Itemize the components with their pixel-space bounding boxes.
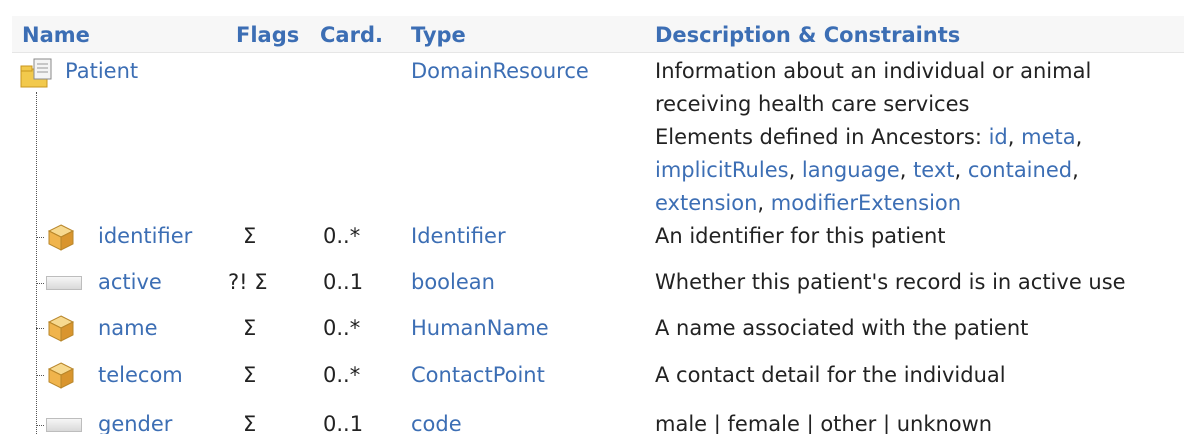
ancestor-separator: , [1072,158,1079,182]
ancestor-link-text[interactable]: text [913,158,954,182]
ancestors-line2: implicitRules, language, text, contained… [655,156,1079,184]
ancestor-link-extension[interactable]: extension [655,191,757,215]
ancestor-separator: , [788,158,802,182]
ancestors-prefix: Elements defined in Ancestors: [655,125,989,149]
row-cardinality: 0..* [323,224,361,248]
row-type-link[interactable]: code [411,410,462,434]
tree-branch [36,328,44,329]
structure-table: Name Flags Card. Type Description & Cons… [0,0,1184,434]
row-flags: Σ [243,316,257,340]
row-description: A name associated with the patient [655,316,1029,340]
header-card: Card. [320,23,383,47]
cube-icon [47,362,75,389]
tree-branch [36,283,44,284]
row-cardinality: 0..1 [323,270,364,294]
ancestor-separator: , [899,158,914,182]
ancestor-link-language[interactable]: language [802,158,900,182]
row-description: A contact detail for the individual [655,363,1006,387]
row-flags: ?! Σ [228,270,268,294]
row-name-link[interactable]: telecom [98,361,183,389]
ancestor-link-contained[interactable]: contained [968,158,1072,182]
primitive-icon [46,418,82,432]
ancestor-separator: , [954,158,968,182]
header-name: Name [22,23,90,47]
row-type-link[interactable]: Identifier [411,222,506,250]
root-description-line2: receiving health care services [655,92,970,116]
ancestors-line3: extension, modifierExtension [655,189,961,217]
row-description: Whether this patient's record is in acti… [655,270,1126,294]
row-description: An identifier for this patient [655,224,946,248]
ancestor-separator: , [1075,125,1083,149]
cube-icon [47,315,75,342]
tree-branch [36,375,44,376]
header-flags: Flags [236,23,300,47]
row-description: male | female | other | unknown [655,412,993,434]
row-flags: Σ [243,412,257,434]
row-type-link[interactable]: boolean [411,268,495,296]
ancestor-separator: , [757,191,771,215]
row-type-link[interactable]: HumanName [411,314,549,342]
header-type: Type [411,23,466,47]
ancestor-link-implicitrules[interactable]: implicitRules [655,158,789,182]
folder-icon [20,58,52,88]
row-cardinality: 0..1 [323,412,364,434]
row-flags: Σ [243,224,257,248]
primitive-icon [46,276,82,290]
tree-branch [36,425,44,426]
ancestor-link-modifierextension[interactable]: modifierExtension [771,191,961,215]
row-name-link[interactable]: active [98,268,162,296]
header-description: Description & Constraints [655,23,961,47]
tree-branch [36,237,44,238]
row-name-link[interactable]: name [98,314,158,342]
table-header-bar [12,16,1184,53]
row-cardinality: 0..* [323,363,361,387]
row-type-link[interactable]: ContactPoint [411,361,545,389]
root-type-link[interactable]: DomainResource [411,57,589,85]
tree-guide-line [36,92,37,434]
cube-icon [47,224,75,251]
row-name-link[interactable]: identifier [98,222,192,250]
ancestor-link-meta[interactable]: meta [1021,125,1075,149]
ancestor-separator: , [1007,125,1022,149]
ancestor-link-id[interactable]: id [989,125,1008,149]
ancestors-line1: Elements defined in Ancestors: id, meta, [655,123,1082,151]
root-description-line1: Information about an individual or anima… [655,59,1092,83]
row-flags: Σ [243,363,257,387]
row-cardinality: 0..* [323,316,361,340]
row-name-link[interactable]: gender [98,410,172,434]
root-name-link[interactable]: Patient [65,57,138,85]
